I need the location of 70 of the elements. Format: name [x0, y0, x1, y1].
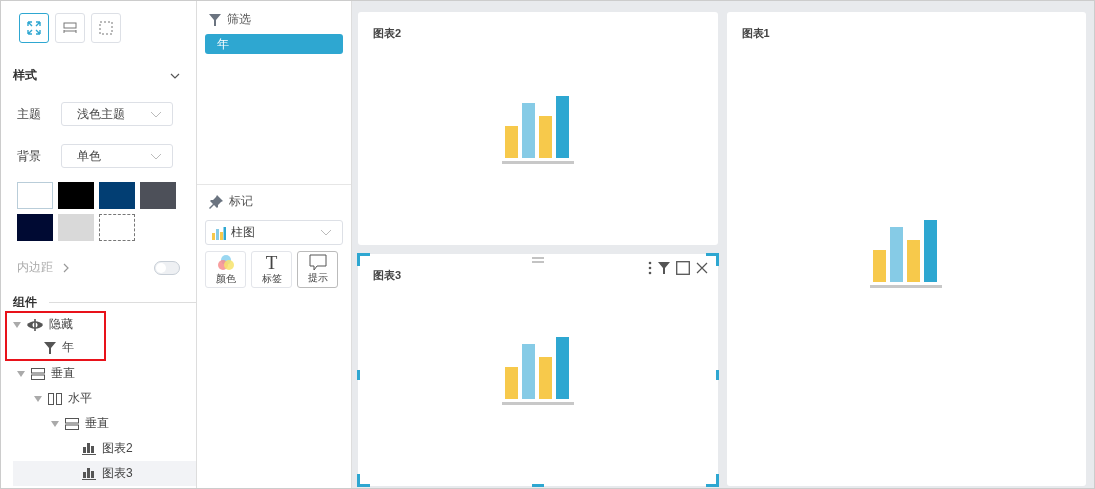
color-swatch[interactable]	[140, 182, 176, 209]
tree-item[interactable]: 图表2	[13, 436, 196, 461]
resize-handle[interactable]	[705, 252, 719, 266]
resize-handle[interactable]	[357, 252, 370, 266]
selection-icon	[99, 21, 113, 35]
close-icon[interactable]	[695, 261, 708, 274]
dropdown[interactable]: 单色	[61, 144, 173, 168]
dropdown[interactable]: 浅色主题	[61, 102, 173, 126]
chart-card[interactable]: 图表2	[358, 12, 718, 245]
caret-icon[interactable]	[13, 321, 21, 328]
chart-card[interactable]: 图表3	[358, 253, 718, 486]
chart-title: 图表3	[373, 267, 402, 283]
filter-icon[interactable]	[657, 261, 670, 274]
tree-item[interactable]: 垂直	[13, 361, 196, 386]
color-swatch[interactable]	[58, 182, 94, 209]
tree-item[interactable]: 垂直	[13, 411, 196, 436]
toggle-switch[interactable]	[154, 260, 180, 275]
vertical-layout-icon	[31, 367, 45, 380]
bar-chart-icon	[82, 442, 96, 455]
filter-icon	[209, 13, 221, 26]
section-title: 组件	[13, 294, 37, 311]
tree-item[interactable]: 年	[13, 336, 104, 359]
chart-title: 图表2	[373, 26, 402, 41]
color-swatch[interactable]	[99, 214, 135, 241]
filter-icon	[44, 341, 56, 354]
maximize-icon[interactable]	[675, 260, 690, 275]
resize-handle[interactable]	[715, 369, 719, 380]
pin-icon	[209, 194, 223, 209]
color-swatch[interactable]	[99, 182, 135, 209]
chevron-icon	[150, 110, 162, 118]
color-swatch[interactable]	[58, 214, 94, 241]
mark-button[interactable]: 提示	[297, 251, 338, 288]
tree-item[interactable]: 隐藏	[13, 313, 104, 336]
mark-button[interactable]: T 标签	[251, 251, 292, 288]
chart-title: 图表1	[741, 26, 770, 41]
view-mode-button[interactable]	[19, 13, 49, 43]
bar-chart-icon	[82, 467, 96, 480]
resize-handle[interactable]	[531, 484, 544, 487]
vertical-layout-icon	[65, 417, 79, 430]
tree-item[interactable]: 图表3	[13, 461, 196, 486]
eye-icon	[27, 318, 43, 331]
fit-screen-icon	[27, 21, 41, 35]
text-icon: T	[265, 253, 278, 272]
chevron-icon	[320, 229, 332, 236]
bar-chart-icon	[212, 225, 226, 240]
resize-handle[interactable]	[357, 474, 370, 487]
fit-width-icon	[63, 22, 77, 34]
horizontal-layout-icon	[48, 392, 62, 405]
section-title: 标记	[229, 193, 253, 210]
resize-handle[interactable]	[705, 474, 719, 487]
tree-item[interactable]: 水平	[13, 386, 196, 411]
chart-type-dropdown[interactable]: 柱图	[205, 220, 343, 245]
speech-bubble-icon	[308, 254, 327, 271]
more-icon[interactable]	[647, 260, 652, 275]
resize-handle[interactable]	[357, 369, 360, 380]
field-label: 背景	[17, 147, 42, 165]
caret-icon[interactable]	[17, 370, 25, 377]
section-title: 筛选	[227, 11, 251, 28]
field-label: 主题	[17, 105, 42, 123]
caret-icon[interactable]	[34, 395, 42, 402]
color-swatch[interactable]	[17, 182, 53, 209]
section-title: 样式	[13, 67, 37, 84]
mark-button[interactable]: 颜色	[205, 251, 246, 288]
chevron-icon	[150, 152, 162, 160]
color-circles-icon	[216, 253, 235, 272]
chevron-icon[interactable]	[170, 72, 180, 79]
caret-icon[interactable]	[51, 420, 59, 427]
color-swatch[interactable]	[17, 214, 53, 241]
chart-card[interactable]: 图表1	[726, 12, 1086, 486]
drag-handle-icon[interactable]	[531, 256, 544, 263]
